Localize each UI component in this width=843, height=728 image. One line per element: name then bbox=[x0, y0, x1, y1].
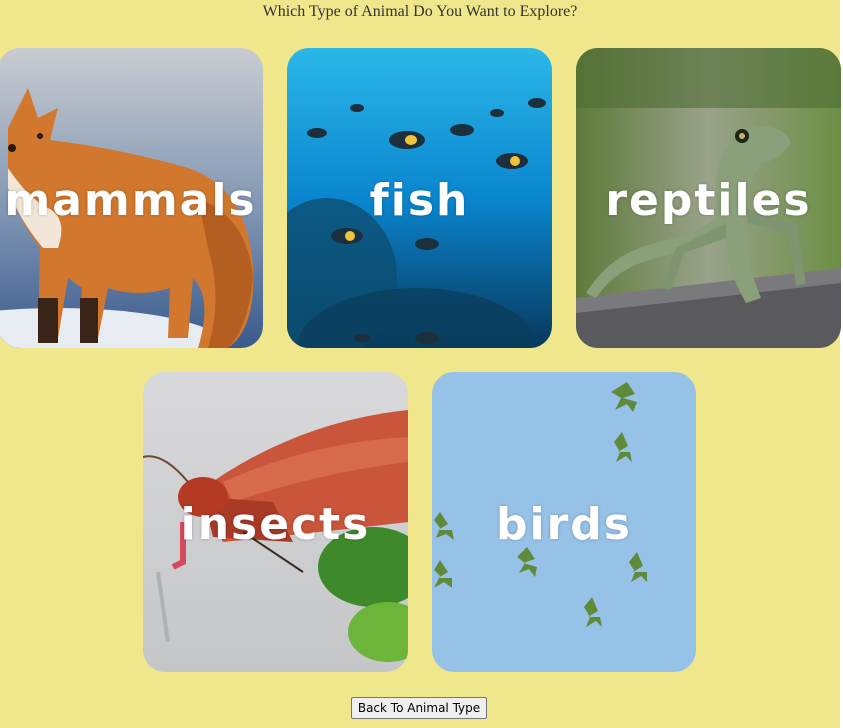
card-mammals[interactable]: mammals bbox=[0, 48, 263, 348]
card-label-mammals: mammals bbox=[4, 175, 257, 226]
card-label-birds: birds bbox=[496, 499, 632, 550]
card-insects[interactable]: insects bbox=[143, 372, 408, 672]
card-fish[interactable]: fish bbox=[287, 48, 552, 348]
card-reptiles[interactable]: reptiles bbox=[576, 48, 841, 348]
page-title: Which Type of Animal Do You Want to Expl… bbox=[262, 3, 578, 20]
card-label-insects: insects bbox=[180, 499, 371, 550]
card-label-fish: fish bbox=[369, 175, 470, 226]
card-birds[interactable]: birds bbox=[432, 372, 696, 672]
card-label-reptiles: reptiles bbox=[605, 175, 812, 226]
back-to-animal-type-button[interactable]: Back To Animal Type bbox=[351, 697, 487, 719]
